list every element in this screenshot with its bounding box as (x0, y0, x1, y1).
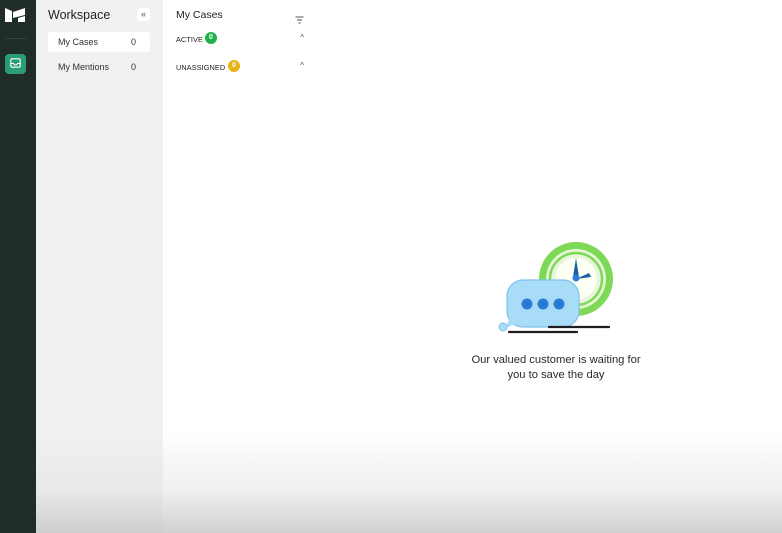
empty-state-message-line1: Our valued customer is waiting for (471, 354, 641, 366)
inbox-icon (10, 55, 21, 73)
chat-clock-illustration (497, 240, 615, 336)
inbox-nav-button[interactable] (5, 54, 26, 74)
nav-item-label: My Cases (58, 37, 99, 47)
nav-item-count: 0 (130, 62, 136, 72)
empty-state: Our valued customer is waiting for you t… (311, 0, 782, 533)
nav-item-count: 0 (130, 37, 136, 47)
app-rail (0, 0, 36, 533)
active-count-badge: 0 (205, 32, 217, 44)
rail-divider (6, 38, 26, 39)
section-active-label: ACTIVE (176, 35, 203, 44)
cases-panel: My Cases ACTIVE 0 ^ UNASSIGNED 0 ^ (163, 0, 311, 533)
brand-logo-icon[interactable] (5, 6, 27, 24)
cases-title: My Cases (176, 9, 223, 21)
nav-item-my-mentions[interactable]: My Mentions 0 (48, 57, 150, 77)
empty-state-message-line2: you to save the day (507, 369, 605, 381)
section-active-toggle[interactable]: ACTIVE 0 ^ (176, 32, 304, 46)
collapse-panel-button[interactable]: « (137, 8, 150, 21)
workspace-panel: Workspace « My Cases 0 My Mentions 0 (36, 0, 163, 533)
filter-button[interactable] (295, 11, 304, 24)
workspace-title: Workspace (48, 8, 111, 22)
chevron-up-icon: ^ (300, 61, 304, 70)
filter-icon (295, 11, 304, 28)
nav-item-my-cases[interactable]: My Cases 0 (48, 32, 150, 52)
nav-item-label: My Mentions (58, 62, 110, 72)
empty-state-message: Our valued customer is waiting for you t… (441, 353, 671, 383)
double-chevron-left-icon: « (140, 9, 146, 19)
section-unassigned-label: UNASSIGNED (176, 63, 226, 72)
chevron-up-icon: ^ (300, 33, 304, 42)
unassigned-count-badge: 0 (228, 60, 240, 72)
section-unassigned-toggle[interactable]: UNASSIGNED 0 ^ (176, 60, 304, 74)
